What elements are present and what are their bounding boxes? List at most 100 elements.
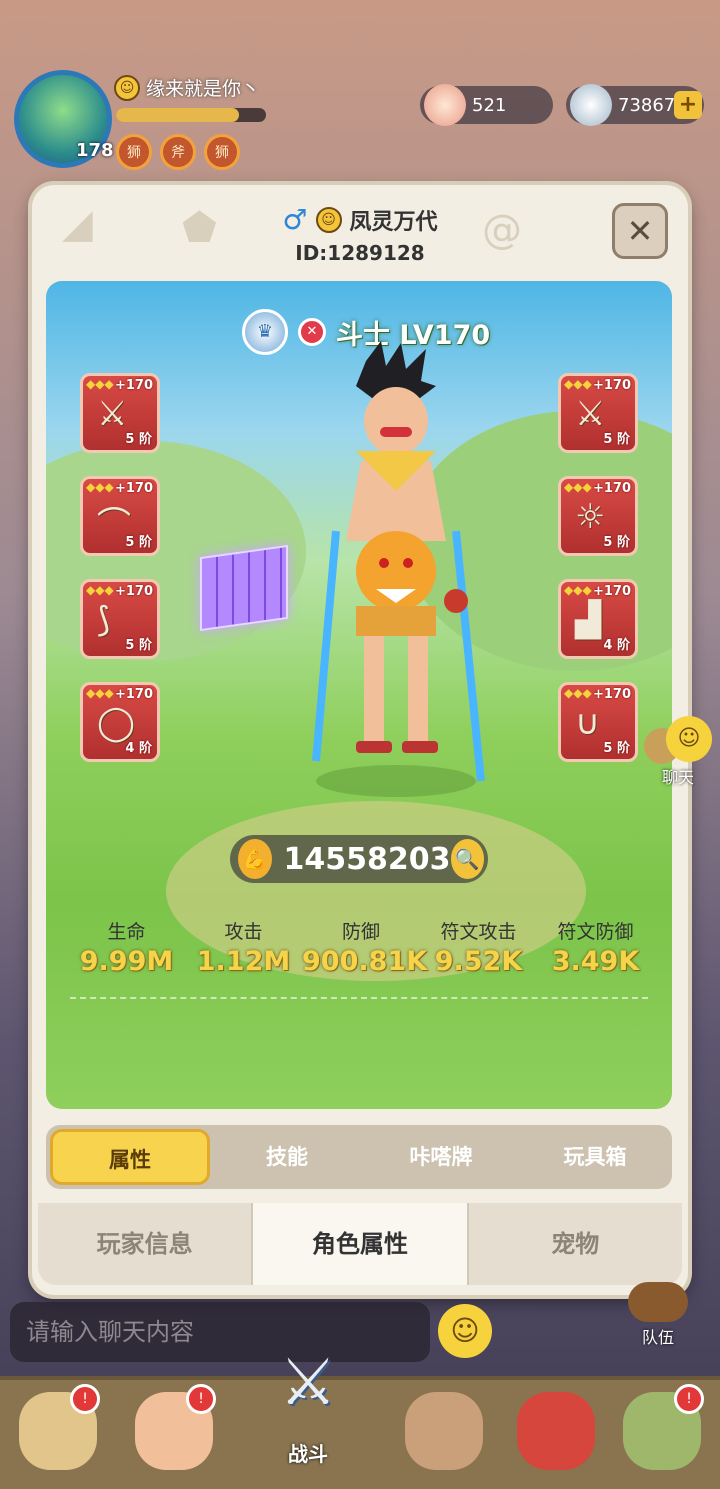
equip-slot-boots[interactable]: ◆◆◆ +170 ▟ 4 阶 [558, 579, 638, 659]
add-gems-button[interactable]: + [674, 91, 702, 119]
star-icon: ◆◆◆ [564, 377, 592, 391]
tab-character-attributes[interactable]: 角色属性 [253, 1203, 469, 1285]
nav-hero[interactable]: ! [126, 1384, 222, 1482]
enhance-level: +170 [114, 481, 153, 496]
close-button[interactable]: ✕ [612, 203, 668, 259]
gem-resource: 738671 + [566, 84, 704, 126]
star-icon: ◆◆◆ [86, 583, 114, 597]
power-detail-button[interactable]: 🔍 [450, 839, 484, 879]
star-icon: ◆◆◆ [86, 480, 114, 494]
nav-caveman[interactable]: ! [10, 1384, 106, 1482]
exp-bar [116, 108, 266, 122]
tier-label: 4 阶 [603, 638, 630, 653]
tier-label: 5 阶 [125, 535, 152, 550]
stat-value: 3.49K [551, 946, 640, 977]
stat-rune-attack: 符文攻击 9.52K [420, 917, 537, 977]
star-icon: ◆◆◆ [564, 583, 592, 597]
section-tabs: 玩家信息 角色属性 宠物 [38, 1203, 682, 1285]
star-icon: ◆◆◆ [564, 480, 592, 494]
stat-label: 符文防御 [557, 921, 634, 943]
chat-input[interactable]: 请输入聊天内容 [10, 1302, 430, 1362]
tier-label: 5 阶 [603, 535, 630, 550]
tier-label: 5 阶 [603, 741, 630, 756]
enhance-level: +170 [592, 481, 631, 496]
elder-icon [405, 1392, 483, 1470]
nav-tribe[interactable]: ! [614, 1384, 710, 1482]
alert-badge: ! [186, 1384, 216, 1414]
star-icon: ◆◆◆ [564, 686, 592, 700]
equip-slot-bracer[interactable]: ◆◆◆ +170 ⟆ 5 阶 [80, 579, 160, 659]
stat-label: 符文攻击 [440, 921, 517, 943]
equip-slot-claw[interactable]: ◆◆◆ +170 ⌒ 5 阶 [80, 476, 160, 556]
enhance-level: +170 [114, 687, 153, 702]
tab-skills[interactable]: 技能 [210, 1125, 364, 1189]
chat-button[interactable]: ☺ 聊天 [640, 714, 716, 788]
nickname: 缘来就是你丶 [146, 78, 261, 100]
shell-icon [424, 84, 466, 126]
team-button[interactable]: 队伍 [620, 1282, 696, 1348]
rank-icon: ♛ [242, 309, 288, 355]
alert-badge: ! [70, 1384, 100, 1414]
chat-label: 聊天 [661, 768, 694, 787]
enhance-level: +170 [114, 584, 153, 599]
badge-icon[interactable]: 斧 [160, 134, 196, 170]
detail-tabs: 属性 技能 咔嗒牌 玩具箱 [46, 1125, 672, 1189]
stats-row: 生命 9.99M 攻击 1.12M 防御 900.81K 符文攻击 9.52K … [68, 917, 654, 977]
nickname-row: ☺ 缘来就是你丶 [114, 74, 260, 101]
tab-pets[interactable]: 宠物 [468, 1203, 682, 1285]
tier-label: 5 阶 [603, 432, 630, 447]
lion-mask-icon: ☼ [575, 497, 606, 537]
boots-icon: ▟ [575, 600, 602, 640]
emoji-icon: ☺ [114, 74, 140, 101]
exp-fill [116, 108, 239, 122]
badge-icon[interactable]: 狮 [116, 134, 152, 170]
tab-toybox[interactable]: 玩具箱 [518, 1125, 672, 1189]
stat-defense: 防御 900.81K [302, 917, 427, 977]
stat-value: 9.99M [79, 946, 174, 977]
stat-value: 1.12M [196, 946, 291, 977]
enhance-level: +170 [114, 378, 153, 393]
team-icon [628, 1282, 688, 1322]
badge-icon[interactable]: 狮 [204, 134, 240, 170]
stat-hp: 生命 9.99M [68, 917, 185, 977]
enhance-level: +170 [592, 687, 631, 702]
emoji-icon: ☺ [315, 206, 342, 233]
alert-badge: ! [674, 1384, 704, 1414]
tier-label: 5 阶 [125, 432, 152, 447]
bracer-icon: ⟆ [97, 600, 111, 640]
necklace-icon: ∪ [575, 703, 600, 743]
equip-slot-offhand[interactable]: ◆◆◆ +170 ⚔ 5 阶 [558, 373, 638, 453]
player-id: ID:1289128 [295, 241, 425, 265]
pet-cube-icon [200, 544, 288, 632]
enhance-level: +170 [592, 378, 631, 393]
stat-value: 9.52K [434, 946, 523, 977]
tab-attributes[interactable]: 属性 [50, 1129, 210, 1185]
team-label: 队伍 [641, 1328, 674, 1347]
tier-label: 5 阶 [125, 638, 152, 653]
stat-attack: 攻击 1.12M [185, 917, 302, 977]
emoji-button[interactable]: ☺ [438, 1304, 492, 1358]
equip-slot-necklace[interactable]: ◆◆◆ +170 ∪ 5 阶 [558, 682, 638, 762]
equip-slot-weapon[interactable]: ◆◆◆ +170 ⚔ 5 阶 [80, 373, 160, 453]
nav-battle[interactable]: ⚔ 战斗 [260, 1346, 356, 1467]
star-icon: ◆◆◆ [86, 377, 114, 391]
shell-count: 521 [472, 94, 507, 116]
avatar-level: 178 [76, 140, 114, 161]
stat-rune-defense: 符文防御 3.49K [537, 917, 654, 977]
equip-slot-ring[interactable]: ◆◆◆ +170 ◯ 4 阶 [80, 682, 160, 762]
player-detail-dialog: ◢ ⬟ @ ♂ ☺ 凤灵万代 ID:1289128 ✕ ♛ ✕ 斗士 LV170… [32, 185, 688, 1295]
sword-icon: ⚔ [575, 394, 606, 434]
battle-label: 战斗 [288, 1442, 328, 1466]
tab-cards[interactable]: 咔嗒牌 [364, 1125, 518, 1189]
combat-power-value: 14558203 [283, 841, 451, 877]
crossed-swords-icon: ⚔ [279, 1346, 337, 1420]
bottom-nav: ! ! ⚔ 战斗 ! [0, 1346, 720, 1489]
tab-player-info[interactable]: 玩家信息 [38, 1203, 254, 1285]
power-arm-icon: 💪 [238, 839, 272, 879]
equip-slot-helmet[interactable]: ◆◆◆ +170 ☼ 5 阶 [558, 476, 638, 556]
nav-dino[interactable] [508, 1386, 604, 1482]
nav-elder[interactable] [396, 1386, 492, 1482]
divider [70, 997, 648, 999]
enhance-level: +170 [592, 584, 631, 599]
hero-character [312, 341, 485, 797]
